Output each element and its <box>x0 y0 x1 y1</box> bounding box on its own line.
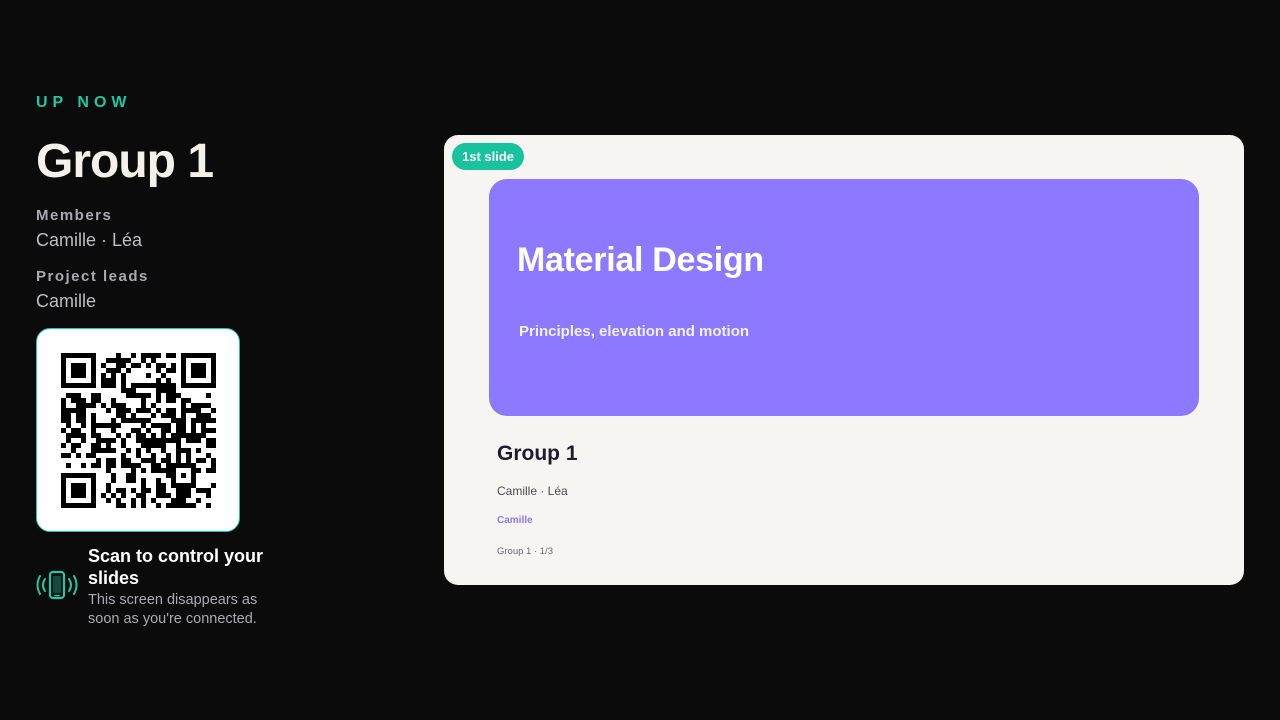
slide-members: Camille · Léa <box>497 484 568 498</box>
members-label: Members <box>36 207 113 224</box>
scan-instructions-subtitle: This screen disappears as soon as you're… <box>88 592 258 627</box>
group-title: Group 1 <box>36 135 214 188</box>
slide-group-title: Group 1 <box>497 442 578 465</box>
slide-hero-title: Material Design <box>517 241 764 279</box>
project-leads-value: Camille <box>36 291 97 311</box>
up-now-label: UP NOW <box>36 94 132 111</box>
project-leads-label: Project leads <box>36 268 149 285</box>
slide-project-lead: Camille <box>497 515 533 526</box>
slide-preview: 1st slide Material Design Principles, el… <box>444 135 1244 585</box>
presenter-screen: UP NOW Group 1 Members Camille · Léa Pro… <box>0 0 1280 720</box>
slide-hero-subtitle: Principles, elevation and motion <box>519 323 750 340</box>
scan-instructions-title: Scan to control your slides <box>88 546 264 588</box>
slide-footer: Group 1 · 1/3 <box>497 546 553 557</box>
slide-hero-banner: Material Design Principles, elevation an… <box>489 179 1199 416</box>
members-value: Camille · Léa <box>36 230 143 250</box>
qr-code-card <box>36 328 240 532</box>
phone-vibrate-icon <box>36 570 78 600</box>
slide-badge: 1st slide <box>452 143 525 170</box>
qr-code-icon <box>61 353 216 508</box>
